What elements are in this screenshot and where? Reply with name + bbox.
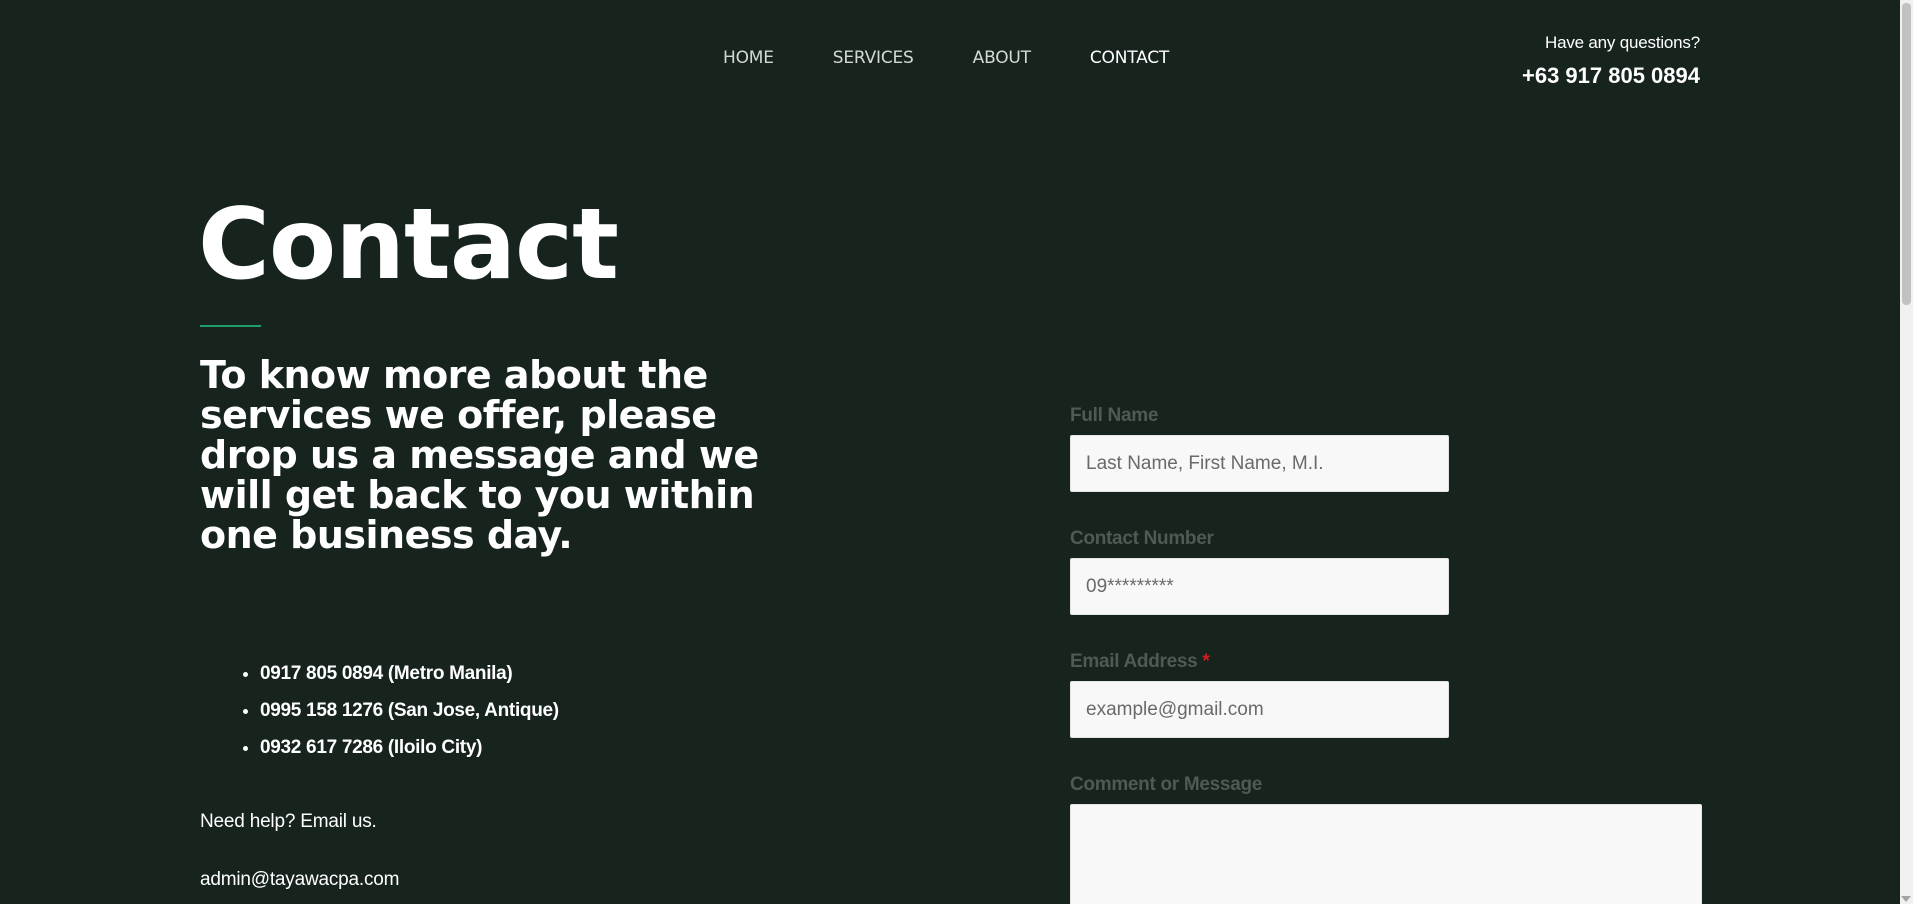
required-mark: *	[1202, 651, 1210, 672]
message-label: Comment or Message	[1070, 774, 1263, 795]
lead-text: To know more about the services we offer…	[200, 353, 759, 557]
full-name-label: Full Name	[1070, 405, 1159, 426]
scroll-down-arrow-icon[interactable]	[1901, 896, 1911, 902]
nav-services[interactable]: SERVICES	[833, 47, 914, 69]
contact-number-label: Contact Number	[1070, 528, 1214, 549]
list-item: 0932 617 7286 (Iloilo City)	[260, 729, 559, 766]
nav-contact[interactable]: CONTACT	[1090, 47, 1169, 69]
nav-home[interactable]: HOME	[723, 47, 774, 69]
contact-form: Full Name Contact Number Email Address *…	[1070, 404, 1702, 904]
message-textarea[interactable]	[1070, 804, 1702, 904]
scrollbar-thumb[interactable]	[1902, 3, 1911, 305]
contact-page: HOME SERVICES ABOUT CONTACT Have any que…	[0, 0, 1913, 904]
page-title: Contact	[198, 188, 619, 302]
contact-number-input[interactable]	[1070, 558, 1449, 615]
questions-label: Have any questions?	[1545, 33, 1700, 52]
title-divider	[200, 325, 261, 327]
email-field[interactable]	[1070, 681, 1449, 738]
contact-email-link[interactable]: admin@tayawacpa.com	[200, 868, 399, 892]
main-nav: HOME SERVICES ABOUT CONTACT	[723, 47, 1228, 69]
header-phone[interactable]: +63 917 805 0894	[1522, 62, 1700, 90]
phone-list: 0917 805 0894 (Metro Manila) 0995 158 12…	[238, 655, 559, 766]
nav-about[interactable]: ABOUT	[973, 47, 1031, 69]
header-contact: Have any questions? +63 917 805 0894	[1522, 32, 1700, 90]
page-scrollbar[interactable]	[1900, 0, 1913, 904]
email-label-text: Email Address	[1070, 651, 1198, 672]
list-item: 0917 805 0894 (Metro Manila)	[260, 655, 559, 692]
list-item: 0995 158 1276 (San Jose, Antique)	[260, 692, 559, 729]
email-label: Email Address *	[1070, 650, 1702, 674]
help-text: Need help? Email us.	[200, 811, 377, 832]
full-name-input[interactable]	[1070, 435, 1449, 492]
